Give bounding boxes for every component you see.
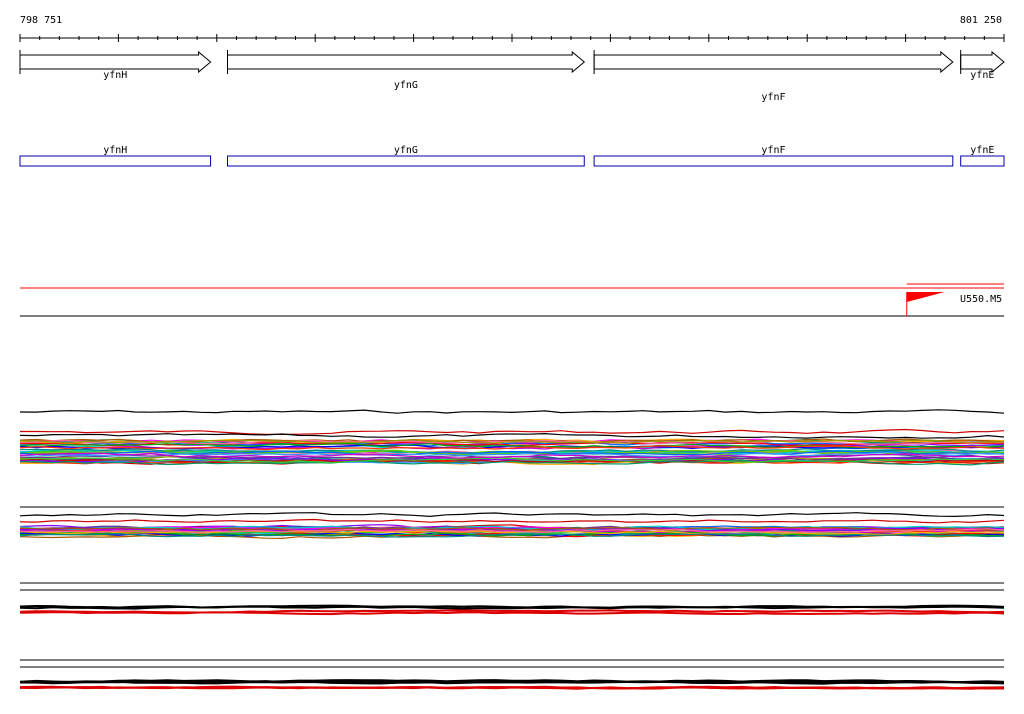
gene-arrow-yfnh[interactable]: yfnH (19, 50, 212, 81)
cds-rectangle (960, 155, 1005, 167)
start-coordinate-label: 798 751 (20, 15, 62, 26)
cds-rectangle (227, 155, 585, 167)
gene-arrow-yfnf[interactable]: yfnF (593, 50, 954, 103)
cds-label: yfnG (394, 145, 418, 156)
expression-series-line (19, 518, 1005, 524)
cds-rectangle (593, 155, 954, 167)
gene-arrow-shape (593, 50, 954, 74)
expression-panel-2 (19, 506, 1005, 540)
expression-profile-panels (19, 409, 1005, 690)
promoter-track: U550.M5 (20, 283, 1004, 317)
coordinate-ruler (19, 34, 1005, 42)
gene-arrow-shape (960, 50, 1005, 74)
expression-series-line (19, 680, 1005, 685)
expression-panel-3 (19, 582, 1005, 616)
cds-label: yfnF (761, 145, 785, 156)
gene-arrow-shape (19, 50, 212, 74)
gene-label: yfnH (103, 70, 127, 81)
expression-series-line (19, 409, 1005, 414)
gene-arrow-yfng[interactable]: yfnG (227, 50, 586, 91)
expression-panel-1 (19, 409, 1005, 466)
genome-browser-view: 798 751 801 250 yfnHyfnGyfnFyfnE yfnH yfn… (19, 15, 1005, 690)
expression-series-line (19, 432, 1005, 439)
gene-arrow-shape (227, 50, 586, 74)
cds-label: yfnH (103, 145, 127, 156)
gene-arrow-yfne[interactable]: yfnE (960, 50, 1005, 81)
cds-annotation-track: yfnH yfnG yfnF yfnE (19, 145, 1005, 167)
promoter-flag (906, 292, 945, 302)
expression-series-line (19, 512, 1005, 518)
gene-label: yfnF (761, 92, 785, 103)
cds-box-yfnf[interactable]: yfnF (593, 145, 954, 167)
gene-label: yfnG (394, 80, 418, 91)
promoter-feature-label: U550.M5 (960, 294, 1002, 305)
cds-box-yfng[interactable]: yfnG (227, 145, 585, 167)
end-coordinate-label: 801 250 (960, 15, 1002, 26)
gene-annotation-track: yfnH yfnG yfnF yfnE (19, 50, 1005, 103)
cds-rectangle (19, 155, 212, 167)
expression-series-line (19, 611, 1005, 616)
promoter-feature[interactable]: U550.M5 (906, 283, 1004, 316)
gene-label: yfnE (970, 70, 994, 81)
expression-panel-4 (19, 659, 1005, 690)
cds-box-yfnh[interactable]: yfnH (19, 145, 212, 167)
cds-label: yfnE (970, 145, 994, 156)
cds-box-yfne[interactable]: yfnE (960, 145, 1005, 167)
